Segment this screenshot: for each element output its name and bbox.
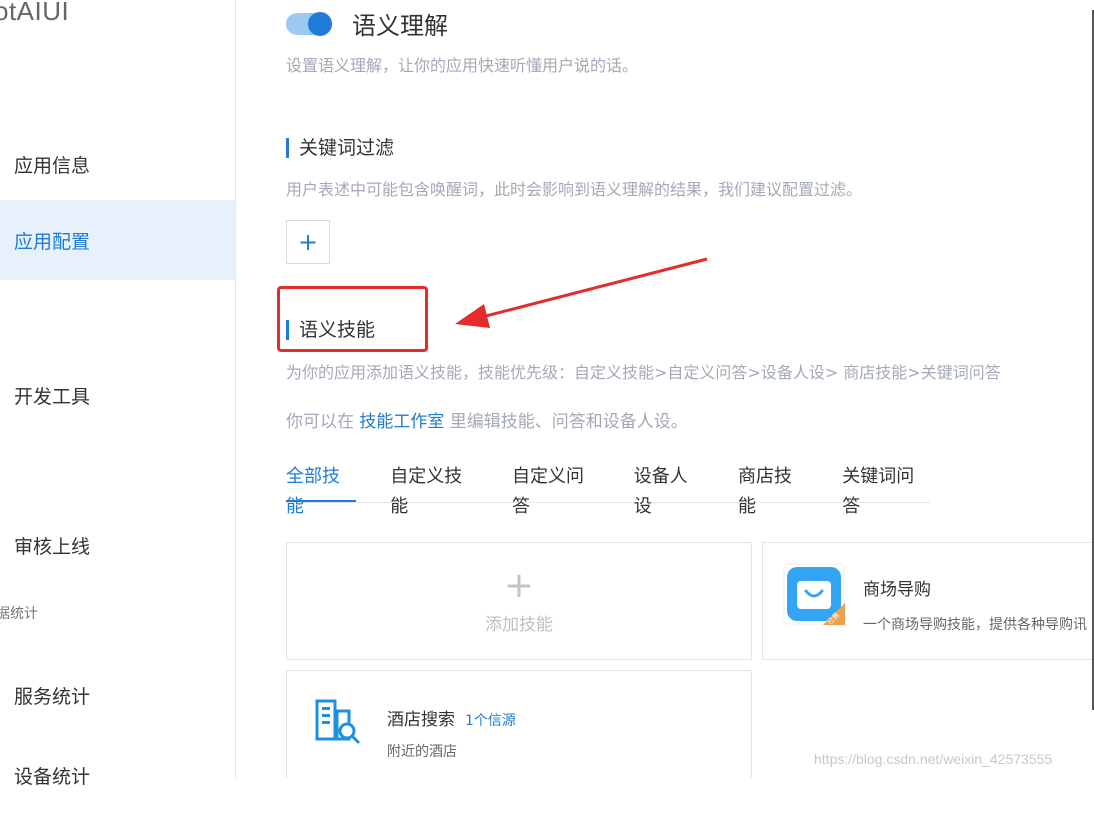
- sidebar-subheading-stats: 据统计: [0, 606, 38, 622]
- skill-name: 商场导购: [863, 580, 931, 600]
- skill-card-mall-guide[interactable]: 已售 商场导购 一个商场导购技能，提供各种导购讯: [762, 542, 1094, 660]
- semantic-header: 语义理解: [286, 6, 448, 41]
- tab-keyword-qa[interactable]: 关键词问答: [842, 462, 930, 517]
- skill-studio-hint: 你可以在 技能工作室 里编辑技能、问答和设备人设。: [286, 407, 688, 432]
- sidebar-item-dev-tools[interactable]: 开发工具: [0, 355, 235, 435]
- main-content: 语义理解 设置语义理解，让你的应用快速听懂用户说的话。 关键词过滤 用户表述中可…: [236, 0, 1094, 778]
- tab-custom-skills[interactable]: 自定义技能: [390, 462, 478, 517]
- skill-description: 附近的酒店: [387, 744, 457, 760]
- sidebar-item-app-config[interactable]: 应用配置: [0, 200, 235, 280]
- sidebar-item-app-info[interactable]: 应用信息: [0, 124, 235, 204]
- add-keyword-button[interactable]: +: [286, 220, 330, 264]
- studio-hint-suffix: 里编辑技能、问答和设备人设。: [444, 412, 688, 432]
- skill-name-row: 酒店搜索 1个信源: [387, 705, 516, 730]
- add-skill-label: 添加技能: [485, 614, 553, 635]
- keyword-filter-description: 用户表述中可能包含唤醒词，此时会影响到语义理解的结果，我们建议配置过滤。: [286, 180, 863, 199]
- skill-description: 一个商场导购技能，提供各种导购讯: [863, 617, 1087, 633]
- sidebar-item-device-stats[interactable]: 设备统计: [0, 735, 235, 815]
- skill-card-hotel-search[interactable]: 酒店搜索 1个信源 附近的酒店: [286, 670, 752, 778]
- plus-icon: +: [503, 564, 535, 606]
- semantic-toggle[interactable]: [286, 11, 332, 36]
- semantic-title: 语义理解: [352, 12, 448, 40]
- sidebar-item-label: 应用配置: [14, 230, 91, 253]
- app-brand: otAIUI: [0, 0, 70, 26]
- semantic-description: 设置语义理解，让你的应用快速听懂用户说的话。: [286, 56, 639, 75]
- hotel-search-icon: [313, 697, 361, 749]
- sidebar-item-review-release[interactable]: 审核上线: [0, 505, 235, 585]
- tab-device-persona[interactable]: 设备人设: [634, 462, 704, 517]
- skill-tabs: 全部技能 自定义技能 自定义问答 设备人设 商店技能 关键词问答: [286, 462, 930, 517]
- semantic-skill-title: 语义技能: [286, 320, 375, 340]
- keyword-filter-title: 关键词过滤: [286, 138, 394, 158]
- studio-hint-prefix: 你可以在: [286, 412, 360, 432]
- sidebar-item-label: 开发工具: [14, 385, 91, 408]
- sidebar-item-label: 服务统计: [14, 685, 91, 708]
- sidebar-item-label: 设备统计: [14, 765, 91, 788]
- skill-name: 酒店搜索: [387, 710, 455, 730]
- watermark: https://blog.csdn.net/weixin_42573555: [814, 751, 1053, 767]
- tab-custom-qa[interactable]: 自定义问答: [512, 462, 600, 517]
- sidebar: otAIUI 应用信息 应用配置 开发工具 审核上线 据统计 服务统计 设备统计: [0, 0, 236, 788]
- semantic-skill-description: 为你的应用添加语义技能，技能优先级：自定义技能>自定义问答>设备人设> 商店技能…: [286, 363, 1001, 382]
- shopping-bag-icon: 已售: [783, 563, 845, 629]
- sidebar-item-label: 应用信息: [14, 154, 91, 177]
- sidebar-item-service-stats[interactable]: 服务统计: [0, 655, 235, 735]
- tab-store-skills[interactable]: 商店技能: [738, 462, 808, 517]
- sidebar-item-label: 审核上线: [14, 535, 91, 558]
- toggle-knob: [308, 11, 332, 36]
- skill-studio-link[interactable]: 技能工作室: [359, 412, 444, 432]
- source-count-link[interactable]: 1个信源: [465, 713, 516, 729]
- tab-all-skills[interactable]: 全部技能: [286, 462, 357, 517]
- add-skill-card[interactable]: + 添加技能: [286, 542, 752, 660]
